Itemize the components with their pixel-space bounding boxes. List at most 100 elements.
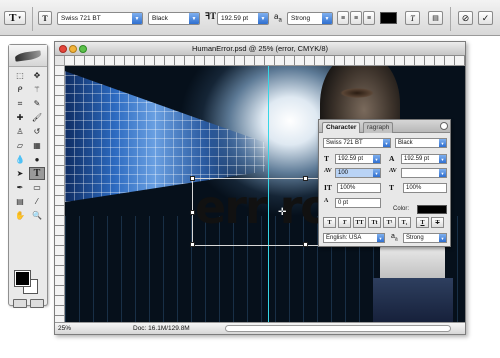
char-font-family-select[interactable]: Swiss 721 BT ▼: [323, 138, 391, 148]
leading-icon: A: [389, 154, 395, 163]
transform-handle[interactable]: [303, 176, 308, 181]
checkmark-icon: ✓: [481, 12, 490, 23]
char-font-style-select[interactable]: Black ▼: [395, 138, 447, 148]
align-center-button[interactable]: ≡: [350, 11, 362, 25]
chevron-down-icon: ▼: [373, 155, 380, 163]
type-tool-icon: T: [9, 12, 17, 24]
superscript-button[interactable]: T¹: [383, 217, 396, 228]
tools-panel-header[interactable]: [9, 45, 47, 67]
marquee-tool-icon[interactable]: ⬚: [12, 69, 28, 82]
chevron-down-icon: ▼: [189, 13, 199, 24]
text-orientation-toggle[interactable]: T: [38, 11, 52, 25]
shape-tool-icon[interactable]: ▭: [29, 181, 45, 194]
char-horizontal-scale-field[interactable]: 100%: [403, 183, 447, 193]
blur-tool-icon[interactable]: 💧: [12, 153, 28, 166]
tab-character[interactable]: Character: [322, 122, 361, 133]
quick-mask-modes: [13, 299, 44, 308]
brush-tool-icon[interactable]: 🖌: [29, 111, 45, 124]
align-center-icon: ≡: [353, 14, 359, 22]
text-color-swatch[interactable]: [380, 12, 397, 24]
font-family-select[interactable]: Swiss 721 BT ▼: [57, 12, 143, 25]
small-caps-button[interactable]: Tt: [368, 217, 381, 228]
char-color-swatch[interactable]: [417, 205, 447, 214]
char-tracking-field[interactable]: ▼: [401, 168, 447, 178]
align-right-button[interactable]: ≡: [363, 11, 375, 25]
faux-italic-button[interactable]: T: [338, 217, 351, 228]
tab-paragraph[interactable]: ragraph: [363, 122, 394, 133]
language-select[interactable]: English: USA ▼: [323, 233, 385, 243]
font-style-select[interactable]: Black ▼: [148, 12, 200, 25]
font-size-select[interactable]: 192.59 pt ▼: [217, 12, 269, 25]
char-antialias-select[interactable]: Strong ▼: [403, 233, 447, 243]
char-kerning-value: 100: [338, 170, 349, 176]
underline-button[interactable]: T: [416, 217, 429, 228]
palette-menu-button[interactable]: [440, 122, 448, 130]
char-vertical-scale-field[interactable]: 100%: [337, 183, 381, 193]
ruler-origin[interactable]: [55, 56, 65, 66]
transform-handle[interactable]: [190, 210, 195, 215]
tools-panel: ⬚ ✥ ᑭ ⚚ ⌗ ✎ ✚ 🖌 ♙ ↺ ▱ ▦ 💧 ● ➤ T ✒ ▭ ▤ ⁄ …: [8, 44, 48, 308]
eyedropper-tool-icon[interactable]: ⁄: [29, 195, 45, 208]
document-size-info[interactable]: Doc: 16.1M/129.8M: [133, 325, 190, 332]
gradient-tool-icon[interactable]: ▦: [29, 139, 45, 152]
zoom-tool-icon[interactable]: 🔍: [29, 209, 45, 222]
horizontal-ruler[interactable]: [65, 56, 465, 66]
warp-text-button[interactable]: T: [405, 11, 420, 25]
foreground-color-swatch[interactable]: [14, 270, 31, 287]
person-eye-artwork: [340, 88, 374, 98]
reference-point-icon[interactable]: ✛: [278, 207, 286, 218]
stamp-tool-icon[interactable]: ♙: [12, 125, 28, 138]
cancel-button[interactable]: ⊘: [458, 11, 473, 25]
type-tool-icon[interactable]: T: [29, 167, 45, 180]
path-select-tool-icon[interactable]: ➤: [12, 167, 28, 180]
tool-preset-picker[interactable]: T ▾: [4, 11, 26, 25]
vertical-ruler[interactable]: [55, 66, 65, 322]
move-tool-icon[interactable]: ✥: [29, 69, 45, 82]
commit-button[interactable]: ✓: [478, 11, 493, 25]
all-caps-button[interactable]: TT: [353, 217, 366, 228]
hand-tool-icon[interactable]: ✋: [12, 209, 28, 222]
chevron-down-icon: ▼: [439, 169, 446, 177]
tools-grid: ⬚ ✥ ᑭ ⚚ ⌗ ✎ ✚ 🖌 ♙ ↺ ▱ ▦ 💧 ● ➤ T ✒ ▭ ▤ ⁄ …: [12, 69, 46, 222]
char-font-family-value: Swiss 721 BT: [326, 140, 363, 146]
char-baseline-shift-field[interactable]: 0 pt: [335, 198, 381, 208]
magic-wand-tool-icon[interactable]: ⚚: [29, 83, 45, 96]
color-label: Color:: [393, 206, 410, 212]
history-brush-tool-icon[interactable]: ↺: [29, 125, 45, 138]
char-kerning-field[interactable]: 100 ▼: [335, 168, 381, 178]
notes-tool-icon[interactable]: ▤: [12, 195, 28, 208]
font-size-icon: T: [324, 154, 330, 163]
separator: [32, 7, 33, 31]
standard-mode-button[interactable]: [13, 299, 27, 308]
crop-tool-icon[interactable]: ⌗: [12, 97, 28, 110]
transform-handle[interactable]: [190, 176, 195, 181]
lasso-tool-icon[interactable]: ᑭ: [12, 83, 28, 96]
antialias-icon: aa: [274, 12, 282, 24]
char-leading-field[interactable]: 192.59 pt ▼: [401, 154, 447, 164]
strikethrough-button[interactable]: T: [431, 217, 444, 228]
slice-tool-icon[interactable]: ✎: [29, 97, 45, 110]
pen-tool-icon[interactable]: ✒: [12, 181, 28, 194]
transform-handle[interactable]: [303, 242, 308, 247]
character-palette: Character ragraph Swiss 721 BT ▼ Black ▼…: [318, 119, 451, 247]
subscript-button[interactable]: T₁: [398, 217, 411, 228]
vertical-scale-icon: IT: [324, 183, 332, 192]
transform-handle[interactable]: [190, 242, 195, 247]
palettes-icon: ▤: [432, 15, 439, 22]
faux-bold-button[interactable]: T: [323, 217, 336, 228]
quick-mask-mode-button[interactable]: [30, 299, 44, 308]
palettes-toggle-button[interactable]: ▤: [428, 11, 443, 25]
horizontal-scrollbar[interactable]: [225, 325, 451, 332]
baseline-shift-icon: A: [324, 198, 329, 204]
char-font-size-field[interactable]: 192.59 pt ▼: [335, 154, 381, 164]
align-left-button[interactable]: ≡: [337, 11, 349, 25]
chevron-down-icon: ▼: [258, 13, 268, 24]
eraser-tool-icon[interactable]: ▱: [12, 139, 28, 152]
document-title: HumanError.psd @ 25% (error, CMYK/8): [192, 44, 328, 53]
antialias-select[interactable]: Strong ▼: [287, 12, 333, 25]
chevron-down-icon: ▼: [383, 139, 390, 147]
font-family-value: Swiss 721 BT: [61, 15, 101, 22]
zoom-level[interactable]: 25%: [58, 325, 71, 332]
healing-tool-icon[interactable]: ✚: [12, 111, 28, 124]
dodge-tool-icon[interactable]: ●: [29, 153, 45, 166]
